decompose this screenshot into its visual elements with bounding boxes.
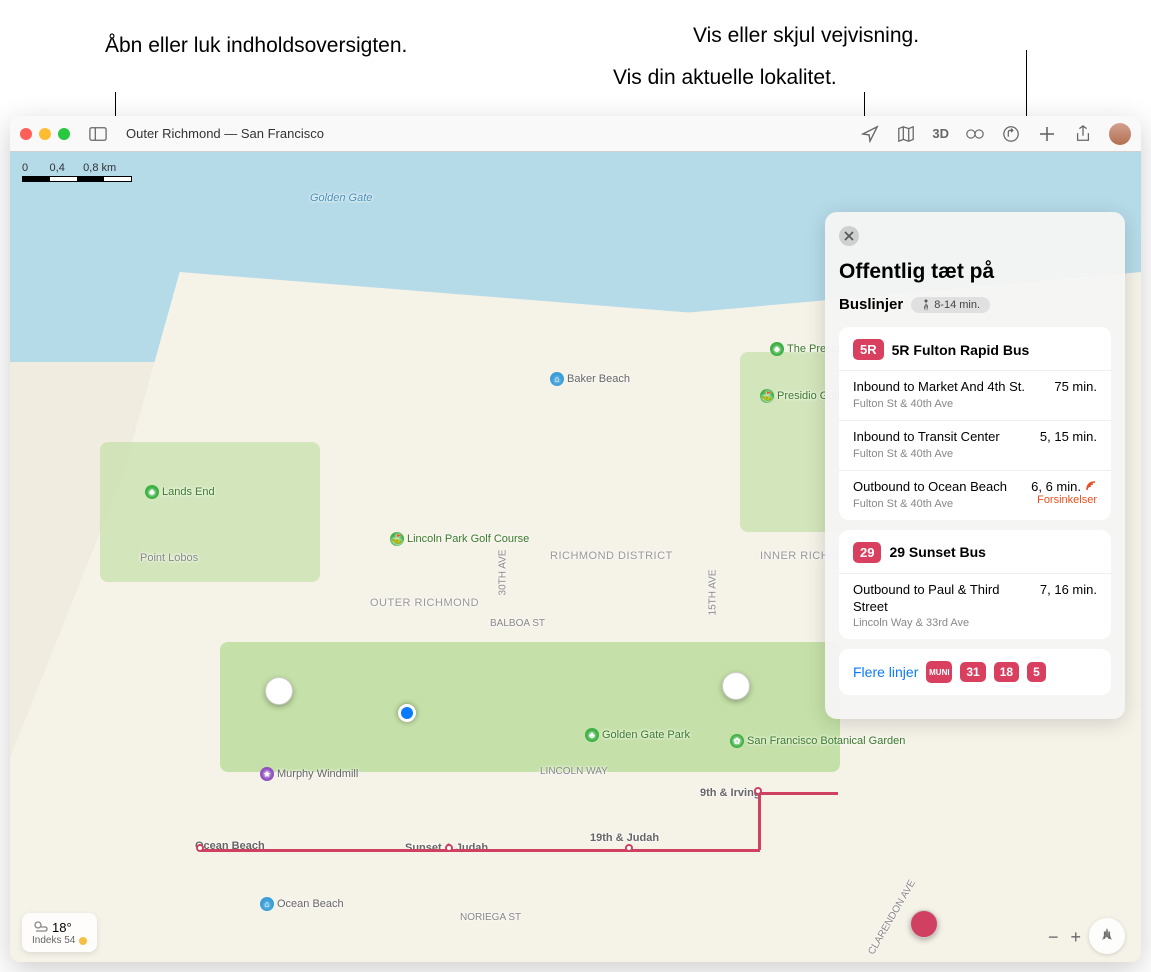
sidebar-toggle-button[interactable] — [84, 122, 112, 146]
map-label-street: 30TH AVE — [497, 550, 508, 596]
directions-button[interactable] — [997, 122, 1025, 146]
toolbar: Outer Richmond — San Francisco 3D — [10, 116, 1141, 152]
zoom-controls: − + — [1048, 927, 1081, 948]
map-label-poi[interactable]: ♣Lands End — [145, 485, 215, 499]
callout-location: Vis din aktuelle lokalitet. — [613, 64, 837, 91]
panel-subtitle: Buslinjer — [839, 296, 903, 313]
map-label-street: LINCOLN WAY — [540, 766, 608, 777]
zoom-in-button[interactable]: + — [1070, 927, 1081, 948]
map-label-transit-stop[interactable]: 9th & Irving — [700, 787, 761, 799]
weather-widget[interactable]: 18° Indeks 54 — [22, 913, 97, 952]
map-pin[interactable] — [265, 677, 293, 705]
map-label-district: RICHMOND DISTRICT — [550, 550, 650, 562]
minimize-window-button[interactable] — [39, 128, 51, 140]
map-mode-button[interactable] — [892, 122, 920, 146]
share-button[interactable] — [1069, 122, 1097, 146]
line-name: 29 Sunset Bus — [889, 544, 985, 560]
zoom-out-button[interactable]: − — [1048, 927, 1059, 948]
map-label-street: 15TH AVE — [707, 570, 718, 616]
transit-line-card: 5R 5R Fulton Rapid Bus Inbound to Market… — [839, 327, 1111, 520]
callout-line — [864, 92, 865, 118]
map-label-poi[interactable]: ✿San Francisco Botanical Garden — [730, 734, 830, 748]
muni-icon: MUNI — [926, 661, 952, 683]
look-around-button[interactable] — [961, 122, 989, 146]
line-name: 5R Fulton Rapid Bus — [892, 342, 1030, 358]
window-title: Outer Richmond — San Francisco — [126, 126, 324, 141]
map-label-water: Golden Gate — [310, 192, 372, 204]
map-label-district: OUTER RICHMOND — [370, 597, 479, 609]
more-lines-link[interactable]: Flere linjer — [853, 664, 918, 680]
weather-icon — [32, 919, 48, 935]
map-label-poi[interactable]: ⌂Ocean Beach — [260, 897, 344, 911]
map-label: Point Lobos — [140, 552, 198, 564]
map-label-poi[interactable]: ⌂Baker Beach — [550, 372, 630, 386]
map-label-transit-stop[interactable]: 19th & Judah — [590, 832, 659, 844]
callout-sidebar: Åbn eller luk indholdsoversigten. — [105, 32, 407, 59]
line-badge[interactable]: 5 — [1027, 662, 1046, 682]
map-pin-transit[interactable] — [910, 910, 938, 938]
line-badge[interactable]: 18 — [994, 662, 1019, 682]
walk-time-badge: 8-14 min. — [911, 297, 990, 313]
line-badge: 29 — [853, 542, 881, 563]
departure-row[interactable]: Inbound to Market And 4th St.Fulton St &… — [839, 370, 1111, 420]
callout-directions: Vis eller skjul vejvisning. — [693, 22, 919, 49]
aqi-dot-icon — [79, 937, 87, 945]
3d-toggle-button[interactable]: 3D — [928, 126, 953, 141]
close-window-button[interactable] — [20, 128, 32, 140]
map-canvas[interactable]: 0 0,4 0,8 km Golden Gate ⌂Baker Beach ♣T… — [10, 152, 1141, 962]
close-panel-button[interactable] — [839, 226, 859, 246]
app-window: Outer Richmond — San Francisco 3D — [10, 116, 1141, 962]
map-label-street: NORIEGA ST — [460, 912, 521, 923]
delay-icon — [1085, 480, 1097, 492]
line-badge[interactable]: 31 — [960, 662, 985, 682]
account-avatar[interactable] — [1109, 123, 1131, 145]
map-label-poi[interactable]: ★Murphy Windmill — [260, 767, 358, 781]
add-button[interactable] — [1033, 122, 1061, 146]
more-lines-card: Flere linjer MUNI 31 18 5 — [839, 649, 1111, 695]
departure-row[interactable]: Outbound to Ocean BeachFulton St & 40th … — [839, 470, 1111, 520]
panel-title: Offentlig tæt på — [839, 260, 1111, 284]
transit-line-card: 29 29 Sunset Bus Outbound to Paul & Thir… — [839, 530, 1111, 640]
line-badge: 5R — [853, 339, 884, 360]
map-pin[interactable] — [722, 672, 750, 700]
map-scale: 0 0,4 0,8 km — [22, 162, 132, 182]
map-label-poi[interactable]: ⛳Lincoln Park Golf Course — [390, 532, 480, 546]
fullscreen-window-button[interactable] — [58, 128, 70, 140]
callout-line — [115, 92, 116, 118]
departure-row[interactable]: Inbound to Transit CenterFulton St & 40t… — [839, 420, 1111, 470]
departure-row[interactable]: Outbound to Paul & Third StreetLincoln W… — [839, 573, 1111, 640]
user-location-dot — [398, 704, 416, 722]
map-label-street: BALBOA ST — [490, 618, 545, 629]
window-controls — [20, 128, 70, 140]
callout-line — [1026, 50, 1027, 118]
compass-button[interactable]: N — [1089, 918, 1125, 954]
transit-panel: Offentlig tæt på Buslinjer 8-14 min. 5R … — [825, 212, 1125, 719]
map-label-poi[interactable]: ♣Golden Gate Park — [585, 728, 690, 742]
current-location-button[interactable] — [856, 122, 884, 146]
